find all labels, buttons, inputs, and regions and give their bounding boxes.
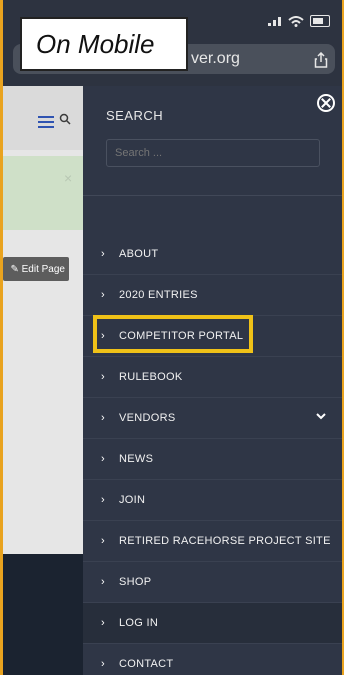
nav-item-log-in[interactable]: › LOG IN [83, 602, 342, 643]
nav-item-label: NEWS [119, 453, 154, 465]
chevron-right-icon: › [101, 658, 105, 670]
nav-item-label: ABOUT [119, 248, 159, 260]
annotation-label: On Mobile [20, 17, 188, 71]
nav-item-shop[interactable]: › SHOP [83, 561, 342, 602]
nav-item-contact[interactable]: › CONTACT [83, 643, 342, 675]
nav-item-news[interactable]: › NEWS [83, 438, 342, 479]
chevron-right-icon: › [101, 289, 105, 301]
chevron-right-icon: › [101, 412, 105, 424]
nav-item-label: VENDORS [119, 412, 176, 424]
nav-item-2020-entries[interactable]: › 2020 ENTRIES [83, 274, 342, 315]
nav-item-label: LOG IN [119, 617, 159, 629]
chevron-right-icon: › [101, 248, 105, 260]
divider [83, 195, 342, 196]
chevron-right-icon: › [101, 535, 105, 547]
search-input[interactable] [106, 139, 320, 167]
highlight-box [93, 315, 253, 353]
battery-icon [310, 15, 330, 27]
alert-box [3, 156, 83, 230]
url-text[interactable]: ver.org [191, 50, 240, 68]
status-icons [268, 15, 330, 27]
wifi-icon [288, 15, 304, 27]
nav-item-label: RULEBOOK [119, 371, 183, 383]
edit-page-button[interactable]: ✎ Edit Page [3, 257, 69, 281]
nav-item-label: CONTACT [119, 658, 174, 670]
nav-item-label: RETIRED RACEHORSE PROJECT SITE [119, 535, 331, 547]
mobile-menu: SEARCH ›ABOUT ›2020 ENTRIES ›COMPETITOR … [83, 86, 342, 675]
annotation-text: On Mobile [36, 28, 155, 59]
chevron-right-icon: › [101, 576, 105, 588]
nav-item-label: 2020 ENTRIES [119, 289, 198, 301]
hamburger-icon[interactable] [38, 116, 54, 128]
chevron-right-icon: › [101, 453, 105, 465]
nav-list: › ABOUT › 2020 ENTRIES › COMPETITOR PORTAL … [83, 234, 342, 675]
nav-item-rulebook[interactable]: › RULEBOOK [83, 356, 342, 397]
chevron-down-icon[interactable] [316, 411, 326, 421]
chevron-right-icon: › [101, 617, 105, 629]
nav-item-label: SHOP [119, 576, 152, 588]
search-title: SEARCH [106, 108, 164, 123]
search-icon[interactable] [59, 113, 71, 125]
page-footer [3, 554, 83, 675]
share-icon[interactable] [314, 52, 328, 68]
nav-item-retired-racehorse[interactable]: › RETIRED RACEHORSE PROJECT SITE [83, 520, 342, 561]
nav-item-vendors[interactable]: › VENDORS [83, 397, 342, 438]
close-menu-icon[interactable] [317, 94, 335, 112]
nav-item-about[interactable]: › ABOUT [83, 234, 342, 274]
nav-item-label: JOIN [119, 494, 146, 506]
nav-item-join[interactable]: › JOIN [83, 479, 342, 520]
close-icon[interactable]: × [64, 170, 72, 186]
chevron-right-icon: › [101, 494, 105, 506]
page-background: × ✎ Edit Page [3, 86, 83, 675]
chevron-right-icon: › [101, 371, 105, 383]
phone-frame: ver.org On Mobile × ✎ Edit Page SEARCH ›… [3, 0, 342, 675]
signal-icon [268, 16, 282, 26]
